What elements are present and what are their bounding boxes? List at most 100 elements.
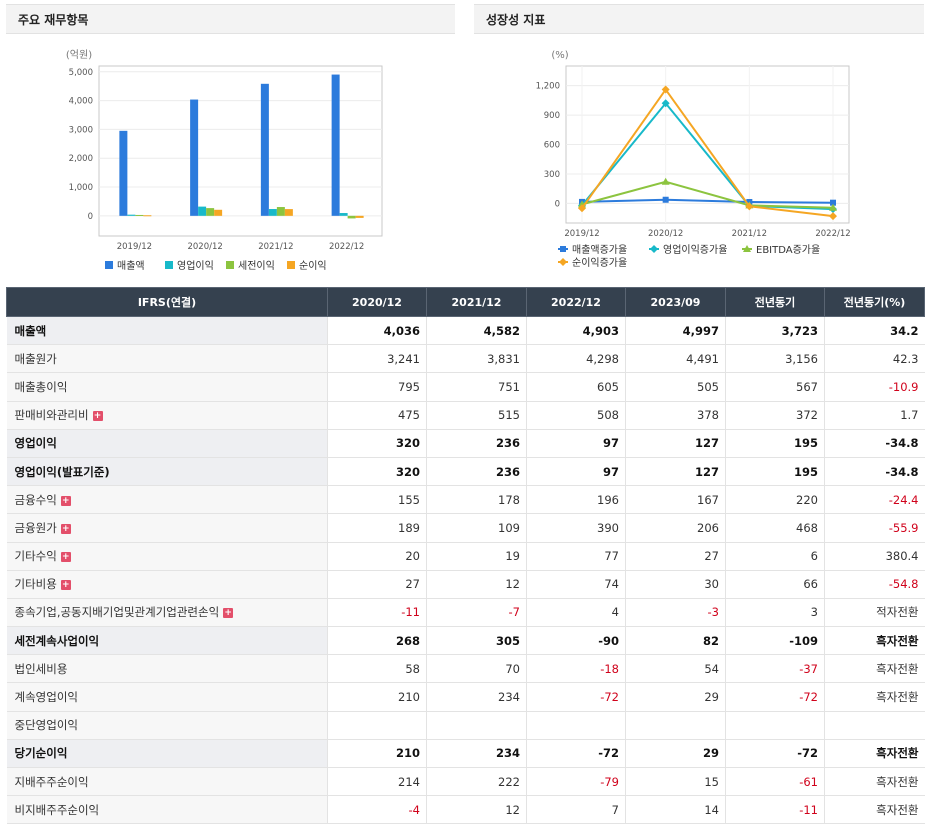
- legend-swatch: [105, 261, 113, 269]
- table-cell: 268: [327, 626, 427, 656]
- table-cell: 3,723: [725, 316, 825, 346]
- bar: [143, 215, 152, 217]
- legend-swatch: [165, 261, 173, 269]
- table-row: 기타비용 +27 12 74 30 66 -54.8: [6, 570, 925, 599]
- row-label-text: 영업이익(발표기준): [14, 464, 110, 479]
- row-label-text: 매출총이익: [14, 379, 68, 394]
- table-cell: 4,036: [327, 316, 427, 346]
- table-cell: -34.8: [824, 457, 925, 487]
- table-cell: 12: [426, 570, 527, 599]
- table-cell: 751: [426, 372, 527, 402]
- table-cell: 3,241: [327, 344, 427, 374]
- y-tick-label: 0: [88, 212, 93, 222]
- table-cell: 66: [725, 570, 825, 599]
- financial-statement-table: IFRS(연결) 2020/12 2021/12 2022/12 2023/09 전년동기…: [6, 287, 925, 825]
- x-tick-label: 2020/12: [648, 229, 683, 239]
- header-period: 전년동기: [725, 287, 825, 317]
- legend-label: 영업이익증가율: [663, 243, 727, 256]
- header-period: 2020/12: [327, 287, 427, 317]
- table-cell: 236: [426, 457, 527, 487]
- row-label: 영업이익: [6, 429, 328, 458]
- table-cell: [625, 711, 726, 740]
- expand-plus-icon[interactable]: +: [223, 608, 234, 619]
- y-tick-label: 4,000: [69, 97, 93, 107]
- data-point: [650, 245, 658, 253]
- table-cell: 320: [327, 429, 427, 458]
- row-label-text: 금융원가: [14, 520, 57, 535]
- x-tick-label: 2019/12: [117, 242, 152, 252]
- row-label: 비지배주주순이익: [6, 795, 328, 825]
- table-cell: 196: [526, 485, 626, 515]
- row-label: 기타비용 +: [6, 570, 328, 599]
- table-cell: -79: [526, 767, 626, 797]
- table-row: 금융수익 +155 178 196 167 220 -24.4: [6, 485, 925, 515]
- table-cell: 4,582: [426, 316, 527, 346]
- row-label-text: 영업이익: [14, 436, 57, 451]
- row-label-text: 비지배주주순이익: [14, 802, 100, 817]
- table-row: 판매비와관리비 +475 515 508 378 372 1.7: [6, 401, 925, 430]
- table-cell: 795: [327, 372, 427, 402]
- table-cell: 378: [625, 401, 726, 430]
- y-tick-label: 0: [555, 199, 560, 209]
- table-cell: 흑자전환: [824, 626, 925, 656]
- bar: [355, 215, 364, 218]
- table-cell: 4,491: [625, 344, 726, 374]
- table-cell: -11: [327, 598, 427, 628]
- header-period: 2022/12: [526, 287, 626, 317]
- y-tick-label: 300: [544, 170, 560, 180]
- bar: [260, 83, 269, 216]
- row-label-text: 매출원가: [14, 351, 57, 366]
- row-label-text: 기타수익: [14, 549, 57, 564]
- row-label: 매출총이익: [6, 372, 328, 402]
- y-unit-label: (%): [551, 50, 568, 61]
- growth-indicators-line-chart: (%) 0 300 600 900 1,200 2019/12 2020/12 2021/12 2…: [536, 50, 851, 269]
- bar: [284, 209, 293, 216]
- table-cell: 12: [426, 795, 527, 825]
- expand-plus-icon[interactable]: +: [60, 495, 71, 506]
- row-label-text: 기타비용: [14, 577, 57, 592]
- table-cell: 흑자전환: [824, 654, 925, 684]
- table-cell: 236: [426, 429, 527, 458]
- row-label: 매출원가: [6, 344, 328, 374]
- table-row: 비지배주주순이익 -4 12 7 14 -11 흑자전환: [6, 795, 925, 825]
- row-label-text: 세전계속사업이익: [14, 633, 100, 648]
- table-cell: 210: [327, 739, 427, 769]
- table-row: 기타수익 +20 19 77 27 6 380.4: [6, 542, 925, 571]
- x-tick-label: 2021/12: [258, 242, 293, 252]
- bar: [339, 213, 348, 216]
- bar: [331, 74, 340, 216]
- row-label: 종속기업,공동지배기업및관계기업관련손익 +: [6, 598, 328, 628]
- table-cell: 20: [327, 542, 427, 571]
- data-point: [560, 246, 566, 252]
- y-tick-label: 900: [544, 111, 560, 121]
- expand-plus-icon[interactable]: +: [60, 580, 71, 591]
- expand-plus-icon[interactable]: +: [92, 411, 103, 422]
- table-cell: 305: [426, 626, 527, 656]
- table-cell: -10.9: [824, 372, 925, 402]
- x-tick-label: 2022/12: [329, 242, 364, 252]
- table-cell: [426, 711, 527, 740]
- table-cell: 4,997: [625, 316, 726, 346]
- table-cell: 흑자전환: [824, 795, 925, 825]
- table-cell: 3,831: [426, 344, 527, 374]
- table-cell: -3: [625, 598, 726, 628]
- table-cell: [327, 711, 427, 740]
- y-tick-label: 3,000: [69, 125, 93, 135]
- table-header-row: IFRS(연결) 2020/12 2021/12 2022/12 2023/09 전년동기…: [6, 287, 925, 317]
- table-row: 당기순이익 210 234 -72 29 -72 흑자전환: [6, 739, 925, 769]
- financial-items-header: 주요 재무항목: [6, 4, 455, 34]
- expand-plus-icon[interactable]: +: [60, 523, 71, 534]
- table-cell: 97: [526, 429, 626, 458]
- table-cell: -55.9: [824, 513, 925, 543]
- growth-indicators-header: 성장성 지표: [474, 4, 924, 34]
- table-cell: 흑자전환: [824, 767, 925, 797]
- table-cell: 567: [725, 372, 825, 402]
- expand-plus-icon[interactable]: +: [60, 552, 71, 563]
- table-cell: 222: [426, 767, 527, 797]
- table-cell: 515: [426, 401, 527, 430]
- table-row: 계속영업이익 210 234 -72 29 -72 흑자전환: [6, 682, 925, 712]
- table-cell: 4,298: [526, 344, 626, 374]
- table-row: 매출원가 3,241 3,831 4,298 4,491 3,156 42.3: [6, 344, 925, 374]
- bar: [268, 209, 277, 216]
- data-point: [559, 258, 567, 266]
